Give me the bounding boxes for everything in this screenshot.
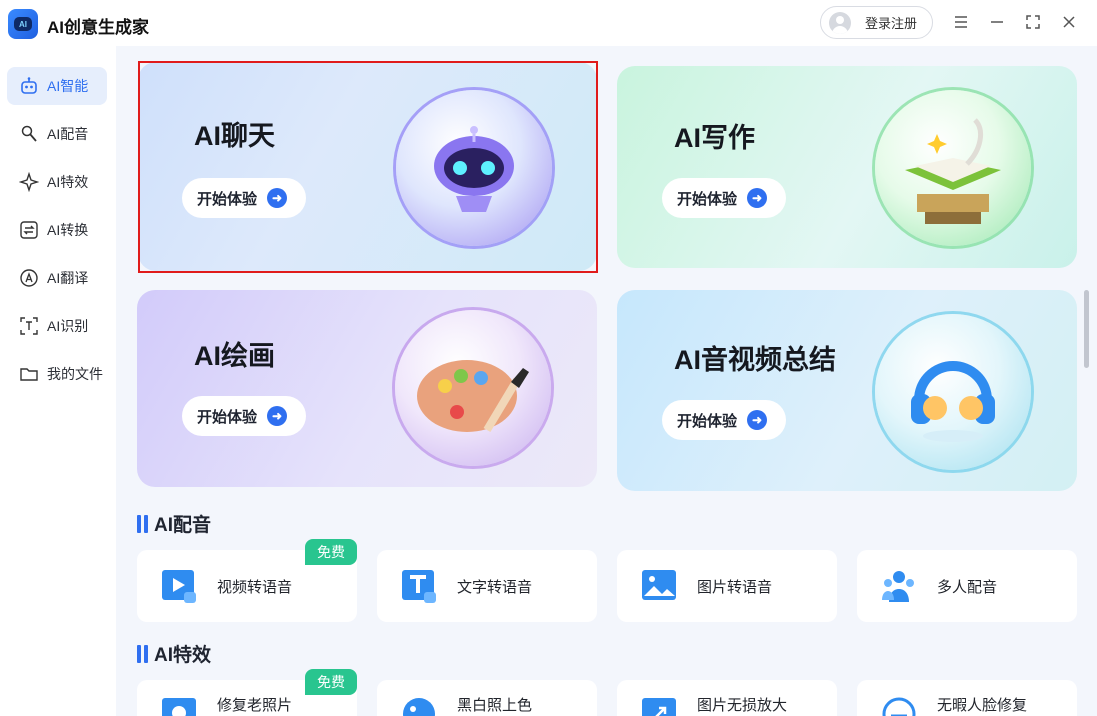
start-button-label: 开始体验	[197, 408, 258, 426]
menu-icon[interactable]	[951, 12, 971, 32]
text-to-audio-icon	[401, 568, 437, 604]
colorize-icon	[401, 696, 437, 716]
start-button-label: 开始体验	[677, 190, 738, 208]
tool-colorize[interactable]: 黑白照上色	[377, 680, 597, 716]
sidebar-item-label: AI配音	[47, 126, 89, 142]
headphones-sphere-icon	[875, 314, 1031, 470]
face-restore-icon	[881, 696, 917, 716]
section-marker	[137, 644, 141, 663]
sidebar-item-ai-effects[interactable]: AI特效	[7, 163, 107, 201]
tool-label: 修复老照片	[217, 697, 293, 714]
photo-restore-icon	[161, 696, 197, 716]
book-sphere-icon	[875, 90, 1031, 246]
tool-multi-voice[interactable]: 多人配音	[857, 550, 1077, 622]
free-badge: 免费	[305, 539, 357, 565]
folder-icon	[19, 364, 39, 384]
title-bar: AI AI创意生成家 登录注册	[0, 0, 1097, 46]
vertical-scrollbar[interactable]	[1084, 290, 1089, 368]
sidebar-item-ai-translate[interactable]: AI翻译	[7, 259, 107, 297]
card-title: AI写作	[674, 123, 755, 153]
convert-icon	[19, 220, 39, 240]
card-title: AI绘画	[194, 341, 275, 371]
app-logo-icon: AI	[8, 9, 38, 39]
tool-label: 图片转语音	[697, 578, 773, 596]
sidebar-item-ai-dubbing[interactable]: AI配音	[7, 115, 107, 153]
feature-card-ai-av-summary[interactable]: AI音视频总结 开始体验 ➜	[617, 290, 1077, 491]
section-label: AI特效	[154, 645, 212, 666]
login-button[interactable]: 登录注册	[820, 6, 933, 39]
section-marker	[144, 644, 148, 663]
start-button-label: 开始体验	[677, 412, 738, 430]
sidebar: AI智能 AI配音 AI特效 AI转换 AI翻译 AI识别 我的文件	[0, 46, 116, 716]
tool-label: 图片无损放大	[697, 697, 788, 714]
sidebar-item-label: AI特效	[47, 174, 89, 190]
sidebar-item-label: AI转换	[47, 222, 89, 238]
arrow-right-icon: ➜	[747, 188, 768, 208]
close-icon[interactable]	[1059, 12, 1079, 32]
sidebar-item-label: AI翻译	[47, 270, 89, 286]
sidebar-item-label: 我的文件	[47, 366, 103, 382]
tool-text-to-audio[interactable]: 文字转语音	[377, 550, 597, 622]
sparkle-icon	[19, 172, 39, 192]
video-to-audio-icon	[161, 568, 197, 604]
sidebar-item-label: AI智能	[47, 78, 89, 94]
start-button[interactable]: 开始体验 ➜	[662, 400, 786, 440]
start-button[interactable]: 开始体验 ➜	[662, 178, 786, 218]
scan-text-icon	[19, 316, 39, 336]
upscale-icon	[641, 696, 677, 716]
tool-label: 无暇人脸修复	[937, 697, 1028, 714]
section-marker	[144, 514, 148, 533]
sidebar-item-ai-convert[interactable]: AI转换	[7, 211, 107, 249]
tool-label: 黑白照上色	[457, 697, 533, 714]
login-label: 登录注册	[865, 16, 918, 31]
tool-label: 多人配音	[937, 578, 998, 596]
app-logo-text: AI	[14, 17, 32, 31]
arrow-right-icon: ➜	[747, 410, 768, 430]
tool-label: 视频转语音	[217, 578, 293, 596]
palette-sphere-icon	[395, 310, 551, 466]
app-title: AI创意生成家	[47, 18, 149, 37]
section-label: AI配音	[154, 515, 212, 536]
translate-icon	[19, 268, 39, 288]
selection-highlight	[138, 61, 598, 273]
card-title: AI音视频总结	[674, 345, 836, 375]
tool-label: 文字转语音	[457, 578, 533, 596]
sidebar-item-my-files[interactable]: 我的文件	[7, 355, 107, 393]
minimize-icon[interactable]	[987, 12, 1007, 32]
robot-icon	[19, 76, 39, 96]
section-marker	[137, 514, 141, 533]
free-badge: 免费	[305, 669, 357, 695]
microphone-icon	[19, 124, 39, 144]
start-button[interactable]: 开始体验 ➜	[182, 396, 306, 436]
sidebar-item-ai-recognize[interactable]: AI识别	[7, 307, 107, 345]
image-to-audio-icon	[641, 568, 677, 604]
feature-card-ai-writing[interactable]: AI写作 开始体验 ➜	[617, 66, 1077, 268]
tool-image-to-audio[interactable]: 图片转语音	[617, 550, 837, 622]
tool-face-restore[interactable]: 无暇人脸修复	[857, 680, 1077, 716]
section-title-ai-effects: AI特效	[137, 640, 211, 667]
sidebar-item-label: AI识别	[47, 318, 89, 334]
avatar-icon	[829, 11, 851, 34]
arrow-right-icon: ➜	[267, 406, 288, 426]
feature-card-ai-painting[interactable]: AI绘画 开始体验 ➜	[137, 290, 597, 487]
tool-upscale[interactable]: 图片无损放大	[617, 680, 837, 716]
section-title-ai-dubbing: AI配音	[137, 510, 211, 537]
multi-voice-icon	[881, 568, 917, 604]
maximize-icon[interactable]	[1023, 12, 1043, 32]
sidebar-item-ai-smart[interactable]: AI智能	[7, 67, 107, 105]
